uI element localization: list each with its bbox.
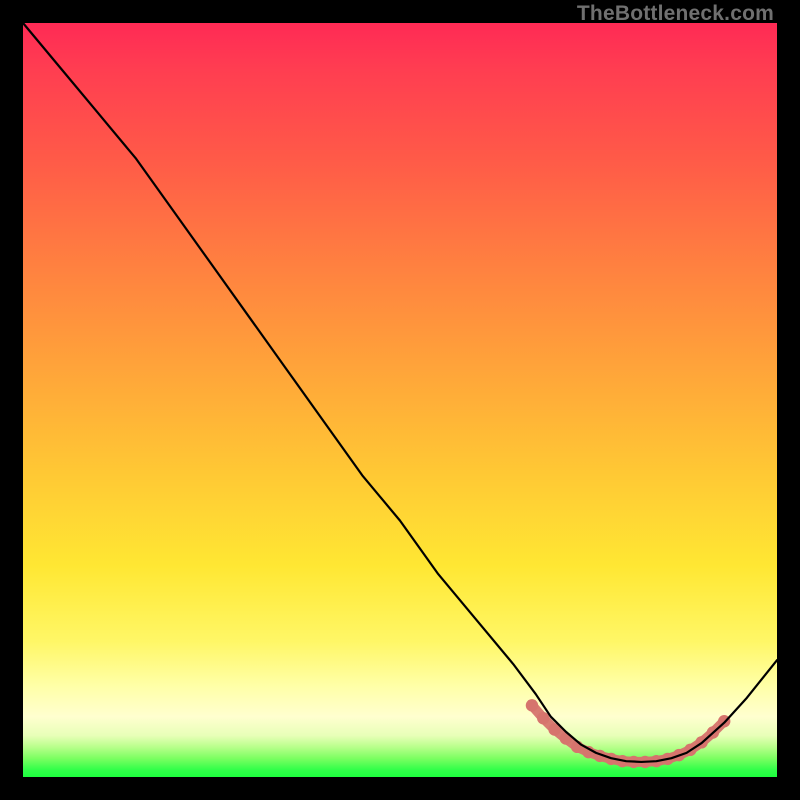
bottleneck-curve <box>23 23 777 762</box>
chart-svg <box>23 23 777 777</box>
plot-area <box>23 23 777 777</box>
watermark: TheBottleneck.com <box>577 2 774 26</box>
optimal-range-dots <box>526 699 731 768</box>
chart-frame: TheBottleneck.com <box>0 0 800 800</box>
